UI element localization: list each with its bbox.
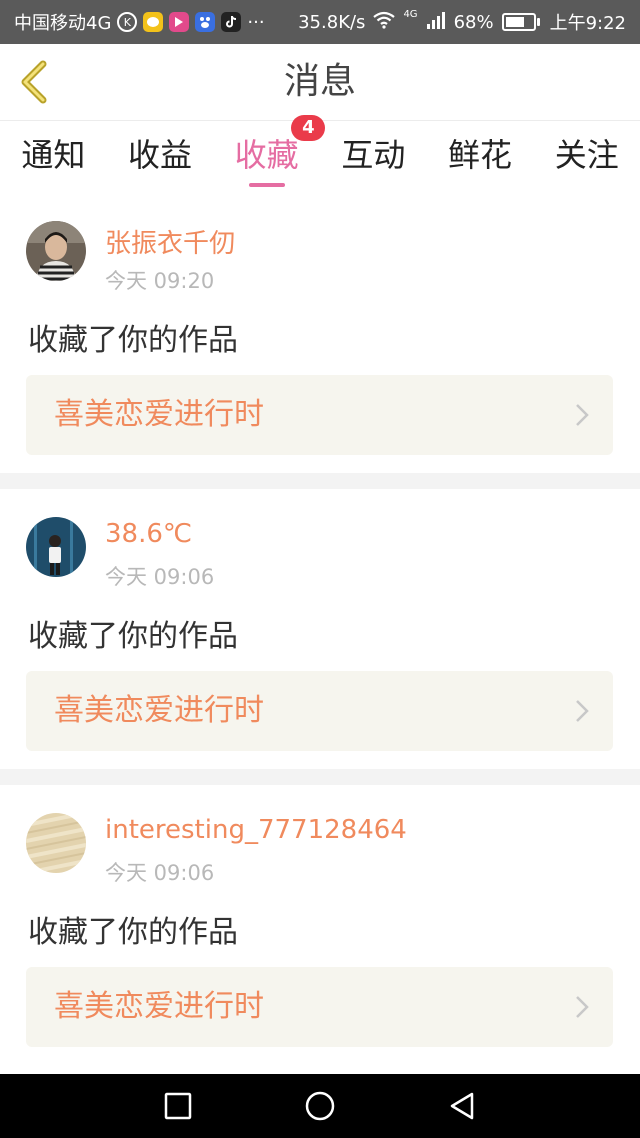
status-bar: 中国移动4G K ··· 35.8K/s 4G 68% 上午9:22 [0, 0, 640, 44]
home-button[interactable] [280, 1074, 360, 1138]
clock: 上午9:22 [549, 13, 626, 34]
work-title: 喜美恋爱进行时 [54, 397, 264, 432]
tab-label: 通知 [21, 136, 86, 174]
message-card: interesting_777128464 今天 09:06 收藏了你的作品 喜… [0, 785, 640, 1065]
recent-apps-button[interactable] [138, 1074, 218, 1138]
action-text: 收藏了你的作品 [28, 915, 238, 950]
avatar[interactable] [26, 221, 86, 281]
page-title: 消息 [283, 61, 356, 102]
work-link[interactable]: 喜美恋爱进行时 [26, 375, 613, 455]
avatar[interactable] [26, 813, 86, 873]
system-nav-bar [0, 1074, 640, 1138]
username[interactable]: 张振衣千仞 [105, 223, 235, 260]
tab-label: 收藏 [234, 136, 299, 174]
username[interactable]: interesting_777128464 [105, 815, 407, 845]
header: 消息 [0, 44, 640, 121]
message-list: 张振衣千仞 今天 09:20 收藏了你的作品 喜美恋爱进行时 38.6℃ 今天 … [0, 193, 640, 1065]
tab-favorites[interactable]: 收藏 4 [213, 115, 326, 193]
back-nav-button[interactable] [422, 1074, 502, 1138]
work-link[interactable]: 喜美恋爱进行时 [26, 967, 613, 1047]
message-card: 张振衣千仞 今天 09:20 收藏了你的作品 喜美恋爱进行时 [0, 193, 640, 473]
circle-icon [305, 1091, 335, 1121]
work-link[interactable]: 喜美恋爱进行时 [26, 671, 613, 751]
network-speed: 35.8K/s [298, 11, 366, 33]
kuwo-app-icon: K [117, 12, 138, 32]
action-text: 收藏了你的作品 [28, 619, 238, 654]
more-notifications-icon: ··· [247, 11, 265, 33]
timestamp: 今天 09:20 [105, 269, 215, 293]
card-separator [0, 473, 640, 489]
chevron-right-icon [576, 404, 589, 426]
square-icon [164, 1092, 192, 1120]
tab-label: 收益 [128, 136, 193, 174]
battery-icon [501, 13, 540, 31]
tiktok-app-icon [221, 12, 242, 32]
card-separator [0, 769, 640, 785]
active-tab-indicator [248, 183, 285, 187]
chat-app-icon [143, 12, 164, 32]
action-text: 收藏了你的作品 [28, 323, 238, 358]
tab-label: 关注 [554, 136, 619, 174]
tab-label: 互动 [341, 136, 406, 174]
signal-icon [426, 11, 446, 34]
avatar[interactable] [26, 517, 86, 577]
wifi-icon [373, 11, 396, 34]
timestamp: 今天 09:06 [105, 565, 215, 589]
tab-bar: 通知 收益 收藏 4 互动 鲜花 关注 [0, 115, 640, 193]
tab-follows[interactable]: 关注 [533, 121, 640, 193]
baidu-app-icon [195, 12, 216, 32]
tab-earnings[interactable]: 收益 [107, 121, 214, 193]
work-title: 喜美恋爱进行时 [54, 989, 264, 1024]
tab-notifications[interactable]: 通知 [0, 121, 107, 193]
carrier-label: 中国移动4G [14, 13, 112, 34]
tab-interactions[interactable]: 互动 [320, 121, 427, 193]
work-title: 喜美恋爱进行时 [54, 693, 264, 728]
video-app-icon [169, 12, 190, 32]
chevron-right-icon [576, 996, 589, 1018]
chevron-right-icon [576, 700, 589, 722]
network-type: 4G [403, 9, 418, 20]
username[interactable]: 38.6℃ [105, 519, 192, 549]
tab-flowers[interactable]: 鲜花 [427, 121, 534, 193]
tab-label: 鲜花 [448, 136, 513, 174]
battery-percent: 68% [453, 11, 494, 33]
triangle-back-icon [450, 1092, 474, 1120]
message-card: 38.6℃ 今天 09:06 收藏了你的作品 喜美恋爱进行时 [0, 489, 640, 769]
timestamp: 今天 09:06 [105, 861, 215, 885]
